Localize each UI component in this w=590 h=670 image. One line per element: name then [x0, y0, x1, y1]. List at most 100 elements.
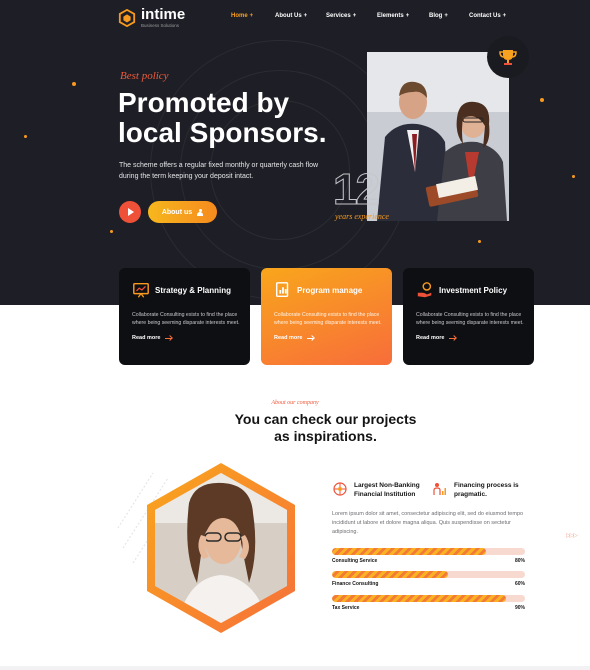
progress-fill	[332, 548, 487, 555]
chevrons-right-icon: ▷▷▷	[566, 533, 578, 539]
progress-track	[332, 571, 525, 578]
about-title-line: as inspirations.	[274, 428, 377, 444]
nav-label: Blog	[429, 13, 443, 19]
progress-labels: Finance Consulting 60%	[332, 581, 525, 587]
progress-value: 60%	[514, 581, 525, 587]
nav-item-contact-us[interactable]: Contact Us +	[469, 13, 506, 19]
progress-value: 90%	[514, 605, 525, 611]
feature-label-line: Largest Non-Banking	[354, 482, 420, 489]
progress-fill	[332, 571, 448, 578]
card-title: Strategy & Planning	[155, 285, 232, 295]
growth-person-icon	[433, 483, 446, 495]
hero-business-photo	[367, 52, 509, 221]
document-chart-icon	[275, 282, 289, 298]
nav-plus-icon: +	[405, 13, 410, 19]
feature-largest-institution: Largest Non-Banking Financial Institutio…	[332, 481, 420, 499]
logo-mark-icon	[118, 9, 136, 27]
years-experience-number: 12	[333, 165, 381, 214]
hero-eyebrow: Best policy	[120, 70, 169, 82]
progress-label: Consulting Service	[332, 558, 378, 564]
service-card-investment[interactable]: Investment Policy Collaborate Consulting…	[403, 268, 534, 365]
nav-item-home[interactable]: Home +	[231, 13, 253, 19]
progress-label: Finance Consulting	[332, 581, 379, 587]
logo-tagline: Business Solutions	[141, 23, 180, 28]
footer-strip	[0, 666, 590, 670]
feature-financing-process: Financing process is pragmatic.	[432, 481, 519, 499]
nav-label: Contact Us	[469, 13, 501, 19]
years-experience-label: years experience	[335, 212, 389, 221]
play-icon	[128, 208, 134, 216]
feature-label-line: pragmatic.	[454, 491, 487, 498]
read-more-label: Read more	[132, 335, 161, 341]
decorative-dot	[540, 98, 544, 102]
read-more-link[interactable]: Read more	[416, 335, 521, 341]
feature-label: Financing process is pragmatic.	[454, 481, 519, 499]
logo-name: intime	[141, 6, 186, 23]
business-people-illustration	[367, 52, 509, 221]
decorative-dot	[110, 230, 113, 233]
network-icon	[333, 482, 347, 496]
progress-labels: Tax Service 90%	[332, 605, 525, 611]
nav-plus-icon: +	[352, 13, 357, 19]
about-us-button[interactable]: About us	[148, 201, 217, 223]
arrow-right-icon	[307, 337, 315, 339]
progress-label: Tax Service	[332, 605, 360, 611]
service-card-strategy[interactable]: Strategy & Planning Collaborate Consulti…	[119, 268, 250, 365]
hero-title-line: Promoted by	[118, 87, 290, 118]
read-more-link[interactable]: Read more	[132, 335, 237, 341]
card-text: Collaborate Consulting exists to find th…	[132, 312, 240, 326]
play-video-button[interactable]	[119, 201, 141, 223]
nav-label: Home	[231, 13, 248, 19]
feature-label: Largest Non-Banking Financial Institutio…	[354, 481, 420, 499]
decorative-dot	[24, 135, 27, 138]
card-header: Investment Policy	[416, 280, 521, 300]
progress-consulting-service: Consulting Service 80%	[332, 548, 525, 564]
nav-item-services[interactable]: Services +	[326, 13, 356, 19]
about-title-line: You can check our projects	[234, 411, 417, 427]
feature-label-line: Financing process is	[454, 482, 519, 489]
hand-money-icon	[417, 282, 432, 298]
card-header: Program manage	[274, 280, 379, 300]
trophy-icon	[499, 50, 517, 65]
presentation-icon	[133, 282, 149, 298]
nav-plus-icon: +	[444, 13, 448, 19]
about-title: You can check our projects as inspiratio…	[0, 411, 590, 445]
hero-section: intime Business Solutions Home + About Us…	[0, 0, 590, 305]
progress-finance-consulting: Finance Consulting 60%	[332, 571, 525, 587]
decorative-dot	[72, 82, 76, 86]
progress-value: 80%	[514, 558, 525, 564]
decorative-dot	[572, 175, 575, 178]
logo[interactable]: intime Business Solutions	[118, 6, 186, 28]
arrow-right-icon	[449, 337, 457, 339]
nav-item-about-us[interactable]: About Us +	[275, 13, 307, 19]
about-paragraph: Lorem ipsum dolor sit amet, consectetur …	[332, 511, 524, 535]
about-us-button-label: About us	[161, 208, 193, 216]
arrow-right-icon	[165, 337, 173, 339]
nav-item-elements[interactable]: Elements +	[377, 13, 409, 19]
card-text: Collaborate Consulting exists to find th…	[274, 312, 382, 326]
nav-label: Elements	[377, 13, 404, 19]
progress-fill	[332, 595, 506, 602]
progress-tax-service: Tax Service 90%	[332, 595, 525, 611]
about-eyebrow: About our company	[271, 400, 319, 406]
nav-label: About Us	[275, 13, 302, 19]
hero-title: Promoted by local Sponsors.	[118, 88, 358, 148]
nav-item-blog[interactable]: Blog +	[429, 13, 448, 19]
decorative-dot	[478, 240, 481, 243]
hero-description: The scheme offers a regular fixed monthl…	[119, 162, 319, 180]
read-more-label: Read more	[274, 335, 303, 341]
nav-plus-icon: +	[502, 13, 507, 19]
trophy-badge	[487, 36, 529, 78]
read-more-label: Read more	[416, 335, 445, 341]
service-card-program[interactable]: Program manage Collaborate Consulting ex…	[261, 268, 392, 365]
woman-portrait-illustration	[147, 463, 295, 633]
nav-plus-icon: +	[249, 13, 254, 19]
nav-label: Services	[326, 13, 351, 19]
progress-track	[332, 548, 525, 555]
progress-labels: Consulting Service 80%	[332, 558, 525, 564]
hero-title-line: local Sponsors.	[118, 117, 327, 148]
card-title: Investment Policy	[439, 285, 508, 295]
card-header: Strategy & Planning	[132, 280, 237, 300]
read-more-link[interactable]: Read more	[274, 335, 379, 341]
progress-track	[332, 595, 525, 602]
